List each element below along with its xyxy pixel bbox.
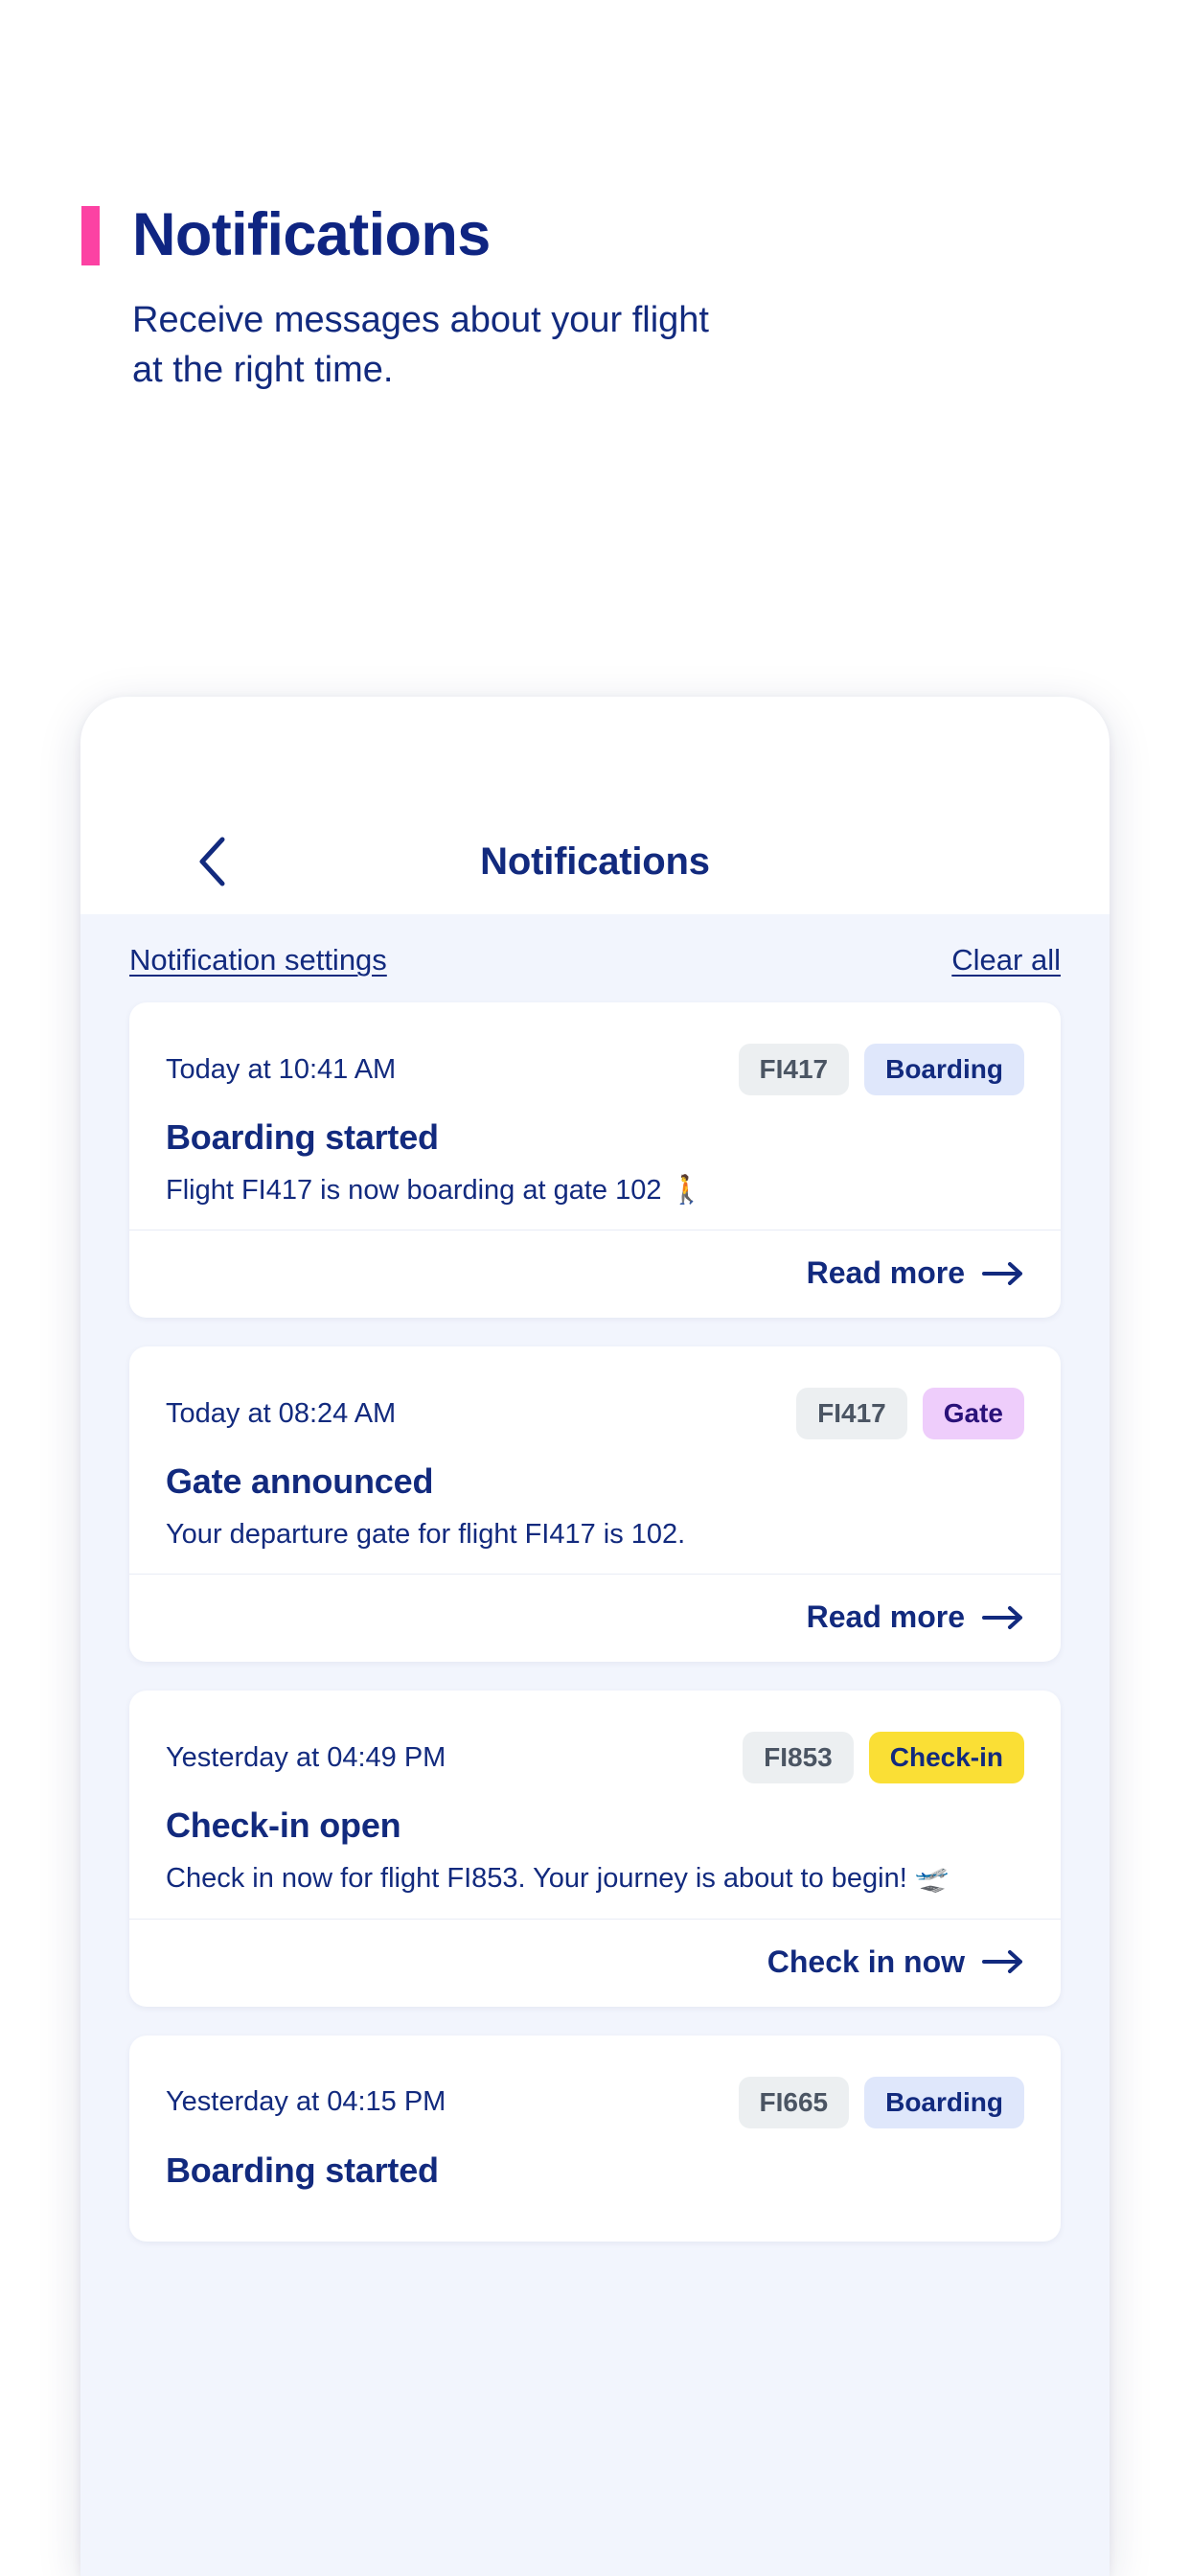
badge-group: FI665 Boarding: [738, 2076, 1024, 2128]
status-badge: Boarding: [864, 2076, 1024, 2128]
notification-card-top: Today at 08:24 AM FI417 Gate: [166, 1388, 1024, 1440]
read-more-label: Read more: [806, 1255, 965, 1291]
notification-text: Your departure gate for flight FI417 is …: [166, 1519, 686, 1551]
status-badge: Check-in: [868, 1732, 1024, 1784]
notification-text: Flight FI417 is now boarding at gate 102…: [166, 1175, 704, 1206]
notification-card-footer: Read more: [129, 1574, 1061, 1662]
back-button[interactable]: [188, 835, 236, 888]
notification-card-body: Yesterday at 04:49 PM FI853 Check-in Che…: [129, 1690, 1061, 1918]
flight-badge: FI665: [738, 2076, 850, 2128]
read-more-button[interactable]: Read more: [807, 1255, 1024, 1291]
notification-timestamp: Today at 10:41 AM: [166, 1053, 397, 1085]
chevron-left-icon: [195, 835, 228, 888]
intro-section: Notifications Receive messages about you…: [0, 0, 1190, 395]
page-title-row: Notifications: [81, 204, 1190, 265]
clear-all-link[interactable]: Clear all: [951, 943, 1061, 978]
notification-heading: Gate announced: [166, 1461, 434, 1502]
check-in-now-label: Check in now: [767, 1944, 965, 1979]
notification-card-body: Today at 08:24 AM FI417 Gate Gate announ…: [129, 1346, 1061, 1574]
read-more-label: Read more: [806, 1599, 965, 1635]
accent-bar: [81, 206, 100, 265]
notification-card-footer: Check in now: [129, 1918, 1061, 2007]
notification-card[interactable]: Today at 08:24 AM FI417 Gate Gate announ…: [129, 1346, 1061, 1663]
page-title: Notifications: [132, 200, 491, 268]
notification-card-body: Yesterday at 04:15 PM FI665 Boarding Boa…: [129, 2036, 1061, 2242]
notification-list: Today at 10:41 AM FI417 Boarding Boardin…: [80, 978, 1110, 2242]
notification-heading: Boarding started: [166, 1117, 439, 1157]
status-badge: Gate: [922, 1388, 1024, 1440]
notification-card[interactable]: Yesterday at 04:49 PM FI853 Check-in Che…: [129, 1690, 1061, 2007]
badge-group: FI417 Gate: [796, 1388, 1024, 1440]
notification-card-top: Today at 10:41 AM FI417 Boarding: [166, 1044, 1024, 1095]
flight-badge: FI853: [743, 1732, 854, 1784]
notification-card[interactable]: Today at 10:41 AM FI417 Boarding Boardin…: [129, 1002, 1061, 1319]
phone-app-header: Notifications: [80, 697, 1110, 914]
flight-badge: FI417: [796, 1388, 907, 1440]
notification-timestamp: Today at 08:24 AM: [166, 1397, 397, 1429]
arrow-right-icon: [982, 1261, 1024, 1286]
notification-card-top: Yesterday at 04:49 PM FI853 Check-in: [166, 1732, 1024, 1784]
notification-heading: Boarding started: [166, 2150, 439, 2190]
arrow-right-icon: [982, 1949, 1024, 1974]
arrow-right-icon: [982, 1605, 1024, 1630]
check-in-now-button[interactable]: Check in now: [767, 1944, 1024, 1980]
notification-text: Check in now for flight FI853. Your jour…: [166, 1863, 950, 1895]
notification-heading: Check-in open: [166, 1806, 401, 1846]
notification-card-body: Today at 10:41 AM FI417 Boarding Boardin…: [129, 1002, 1061, 1230]
badge-group: FI417 Boarding: [738, 1044, 1024, 1095]
notification-timestamp: Yesterday at 04:49 PM: [166, 1741, 446, 1773]
notification-card-footer: Read more: [129, 1230, 1061, 1318]
notification-card-top: Yesterday at 04:15 PM FI665 Boarding: [166, 2076, 1024, 2128]
page-subtitle: Receive messages about your flight at th…: [132, 300, 709, 390]
notification-timestamp: Yesterday at 04:15 PM: [166, 2086, 446, 2118]
notification-card[interactable]: Yesterday at 04:15 PM FI665 Boarding Boa…: [129, 2035, 1061, 2242]
flight-badge: FI417: [738, 1044, 850, 1095]
read-more-button[interactable]: Read more: [807, 1599, 1024, 1635]
badge-group: FI853 Check-in: [743, 1732, 1024, 1784]
status-badge: Boarding: [864, 1044, 1024, 1095]
actions-row: Notification settings Clear all: [80, 914, 1110, 978]
phone-mockup: Notifications Notification settings Clea…: [80, 697, 1110, 2576]
notification-settings-link[interactable]: Notification settings: [129, 943, 387, 978]
